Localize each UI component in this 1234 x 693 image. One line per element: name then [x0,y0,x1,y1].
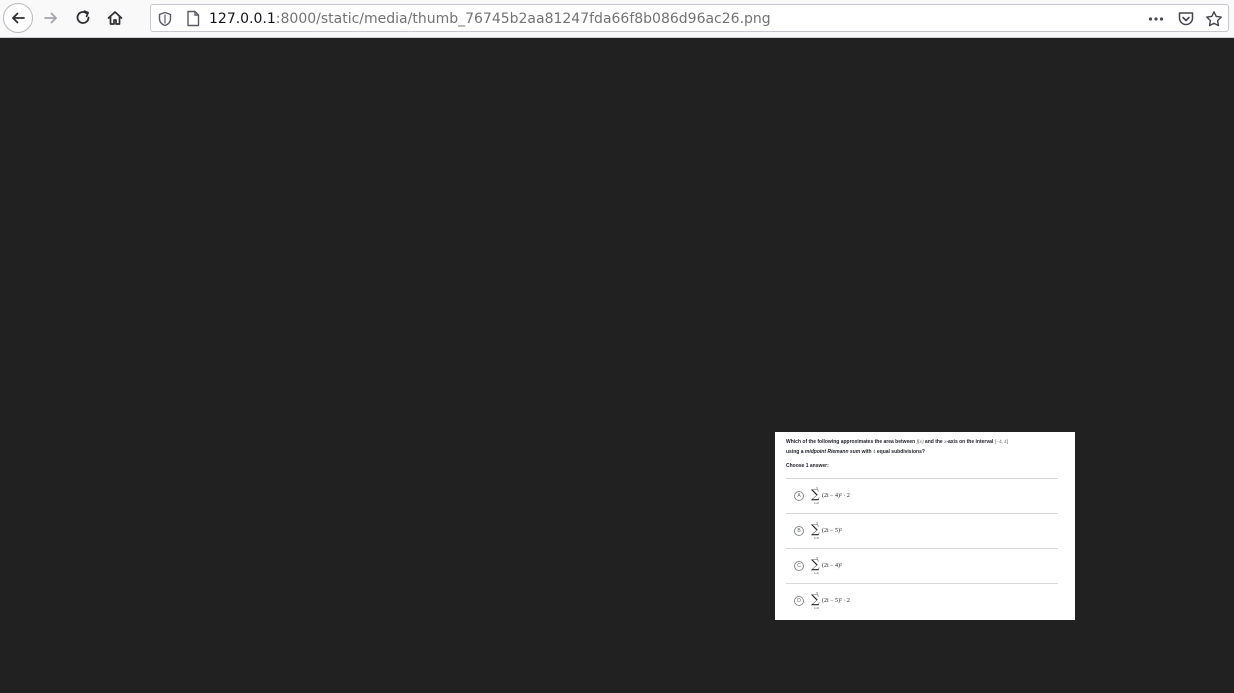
sum-lower-limit: i=0 [814,501,819,505]
browser-toolbar: 127.0.0.1:8000/static/media/thumb_76745b… [0,0,1234,38]
question-text: Which of the following approximates the … [786,438,1068,457]
sigma-symbol: ∑ [811,592,820,606]
sum-expression: (2i − 4)² [822,563,842,569]
sigma-symbol: ∑ [811,522,820,536]
sum-lower-limit: i=0 [814,606,819,610]
sum-expression: (2i − 4)² · 2 [822,493,850,499]
home-button[interactable] [100,3,130,33]
question-part: with [860,448,873,455]
page-icon[interactable] [185,10,201,27]
reload-icon [76,10,90,24]
sigma-symbol: ∑ [811,557,820,571]
url-text[interactable]: 127.0.0.1:8000/static/media/thumb_76745b… [209,10,771,28]
radio-d[interactable]: D [794,596,804,606]
shield-icon[interactable] [157,11,173,27]
address-bar[interactable]: 127.0.0.1:8000/static/media/thumb_76745b… [150,4,1229,32]
forward-arrow-icon [44,12,57,24]
home-icon [107,11,123,25]
method-name: midpoint Riemann sum [804,448,861,455]
choice-formula: 3 ∑ i=0 (2i − 4)² · 2 [811,486,891,506]
reload-button[interactable] [68,3,98,33]
question-part: and the [923,439,945,445]
choice-formula: 3 ∑ i=0 (2i − 5)² [811,521,891,541]
more-dots-icon[interactable] [1147,10,1165,28]
bookmark-star-icon[interactable] [1205,10,1223,28]
sum-expression: (2i − 5)² [822,528,842,534]
radio-c[interactable]: C [794,561,804,571]
function-symbol: f(x) [916,440,924,445]
question-part: using a [786,448,805,455]
choice-c[interactable]: C 3 ∑ i=0 (2i − 4)² [786,548,1058,583]
choice-d[interactable]: D 3 ∑ i=0 (2i − 5)² · 2 [786,583,1058,618]
choice-formula: 3 ∑ i=0 (2i − 5)² · 2 [811,591,891,611]
choice-a[interactable]: A 3 ∑ i=0 (2i − 4)² · 2 [786,478,1058,513]
interval: [−4, 4] [994,440,1009,445]
question-part: -axis on the interval [946,439,995,445]
pocket-icon[interactable] [1177,10,1195,28]
url-path: :8000/static/media/thumb_76745b2aa81247f… [275,11,771,27]
back-arrow-icon [12,12,25,24]
url-host: 127.0.0.1 [209,11,276,27]
question-part: equal subdivisions? [875,448,925,455]
choice-formula: 3 ∑ i=0 (2i − 4)² [811,556,891,576]
sum-lower-limit: i=0 [814,571,819,575]
radio-a[interactable]: A [794,491,804,501]
choose-label: Choose 1 answer: [786,463,829,469]
radio-b[interactable]: B [794,526,804,536]
back-button[interactable] [3,3,33,33]
sum-lower-limit: i=0 [814,536,819,540]
sigma-symbol: ∑ [811,487,820,501]
question-part: Which of the following approximates the … [786,439,917,445]
choice-b[interactable]: B 3 ∑ i=0 (2i − 5)² [786,513,1058,548]
sum-expression: (2i − 5)² · 2 [822,598,850,604]
forward-button[interactable] [36,3,66,33]
question-image: Which of the following approximates the … [775,432,1075,620]
